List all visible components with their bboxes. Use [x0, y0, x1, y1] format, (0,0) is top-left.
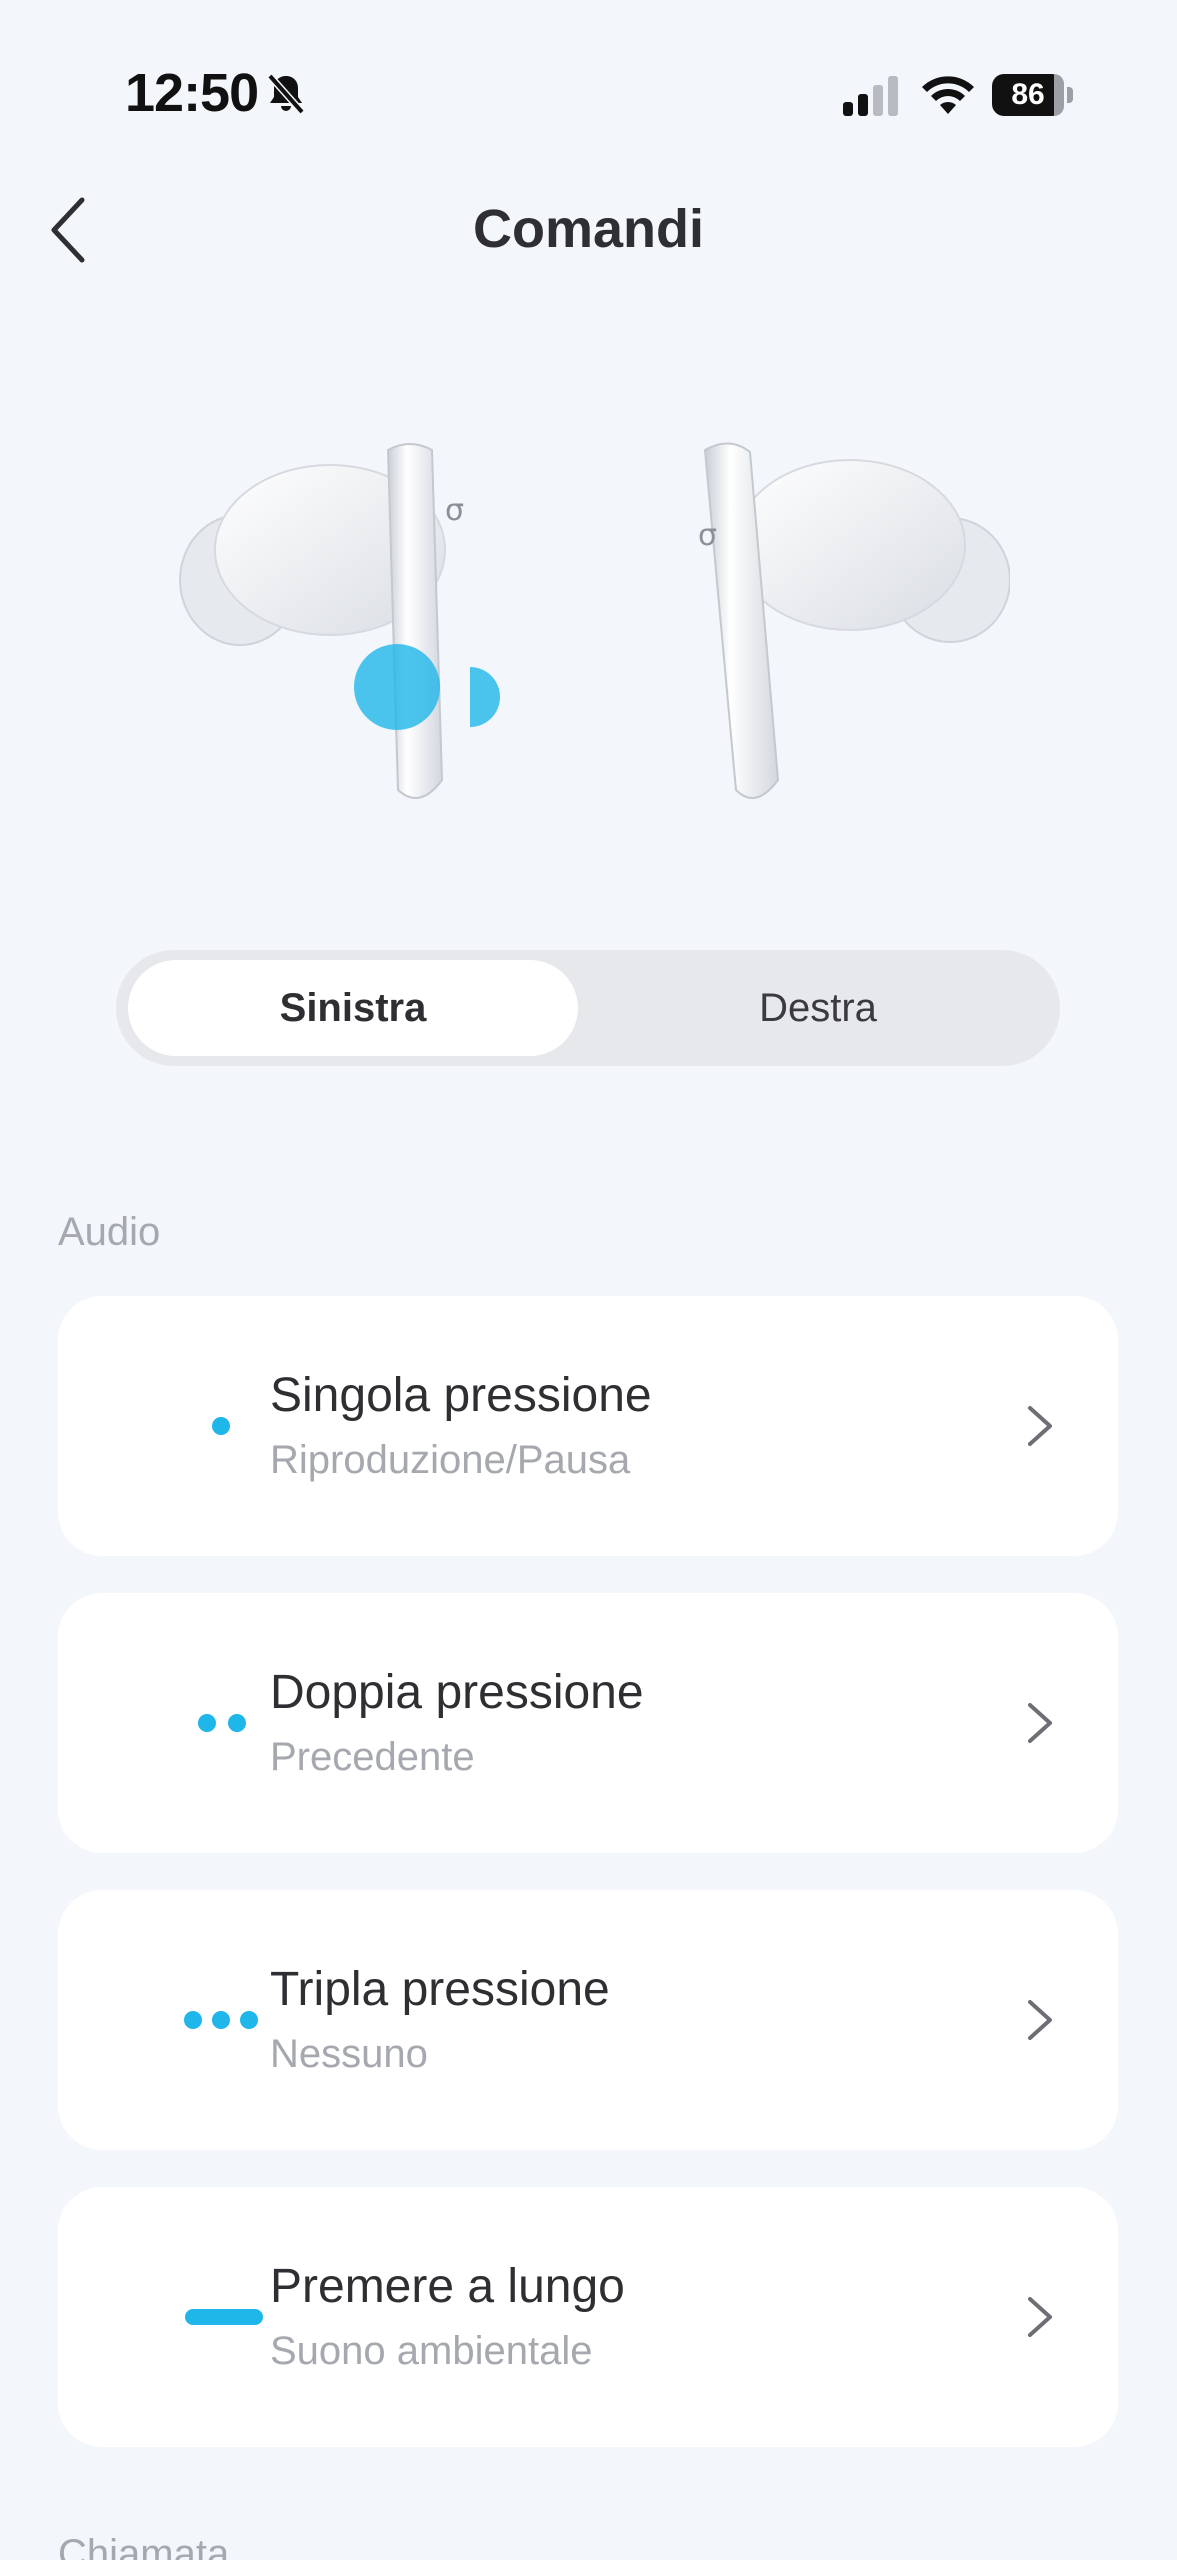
control-title: Singola pressione — [270, 1369, 652, 1422]
page-title: Comandi — [472, 199, 704, 259]
svg-text:σ: σ — [698, 518, 717, 553]
wifi-icon — [922, 76, 974, 114]
signal-icon — [843, 76, 898, 116]
left-earbud: σ — [179, 443, 500, 799]
control-title: Doppia pressione — [270, 1666, 644, 1719]
control-double-press[interactable]: Doppia pressione Precedente — [58, 1593, 1118, 1853]
long-dash-icon — [118, 2297, 263, 2337]
chevron-right-icon — [1028, 1703, 1052, 1743]
screen: 12:50 86 Comandi σ σ Sinistra Destra Aud… — [0, 0, 1177, 2560]
control-title: Tripla pressione — [270, 1963, 610, 2016]
section-label-call: Chiamata — [58, 2532, 230, 2560]
chevron-right-icon — [1028, 1406, 1052, 1446]
control-action: Suono ambientale — [270, 2329, 593, 2373]
chevron-right-icon — [1028, 2297, 1052, 2337]
tab-right[interactable]: Destra — [588, 960, 1048, 1056]
earbuds-illustration: σ σ — [179, 442, 1010, 799]
control-single-press[interactable]: Singola pressione Riproduzione/Pausa — [58, 1296, 1118, 1556]
control-long-press[interactable]: Premere a lungo Suono ambientale — [58, 2187, 1118, 2447]
status-time: 12:50 — [125, 63, 259, 123]
section-label-audio: Audio — [58, 1210, 161, 1254]
control-triple-press[interactable]: Tripla pressione Nessuno — [58, 1890, 1118, 2150]
svg-text:σ: σ — [445, 493, 464, 528]
double-dot-icon — [118, 1703, 246, 1743]
tab-left[interactable]: Sinistra — [128, 960, 578, 1056]
control-action: Nessuno — [270, 2032, 428, 2076]
nav-bar: Comandi — [0, 170, 1177, 290]
chevron-right-icon — [1028, 2000, 1052, 2040]
earbud-side-selector: Sinistra Destra — [116, 950, 1060, 1066]
control-action: Riproduzione/Pausa — [270, 1438, 631, 1482]
control-title: Premere a lungo — [270, 2260, 625, 2313]
battery-level: 86 — [1011, 78, 1045, 111]
status-bar: 12:50 86 — [0, 0, 1177, 190]
right-earbud: σ — [698, 442, 1010, 799]
bell-slash-icon — [267, 73, 305, 115]
single-dot-icon — [118, 1406, 230, 1446]
triple-dot-icon — [118, 2000, 258, 2040]
control-action: Precedente — [270, 1735, 475, 1779]
battery-icon: 86 — [992, 74, 1074, 116]
